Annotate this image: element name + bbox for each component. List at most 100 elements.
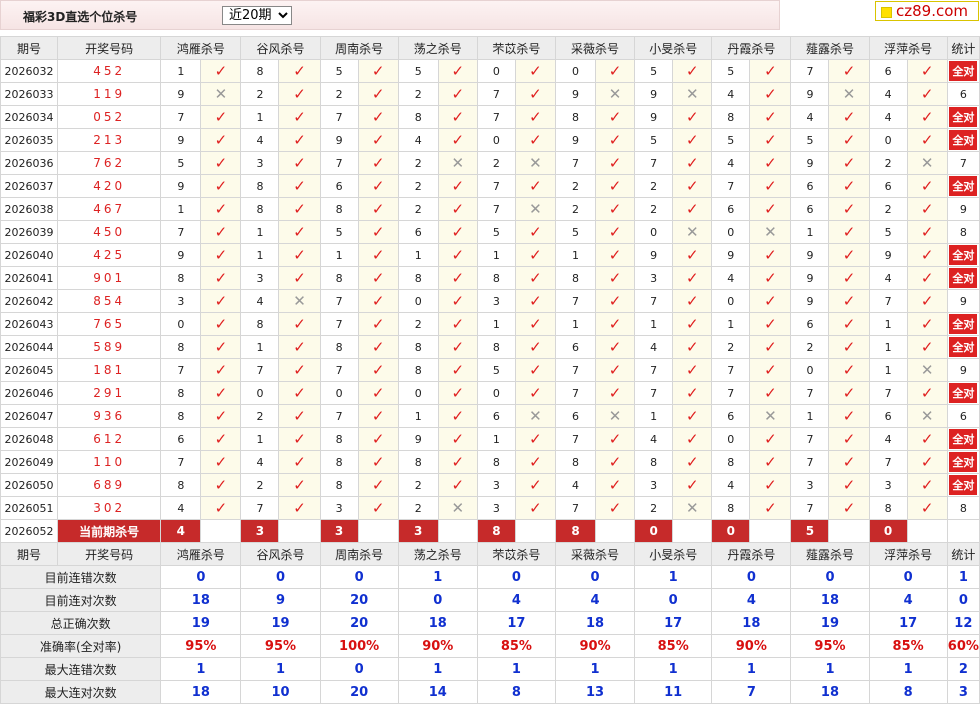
check-icon: ✓ xyxy=(595,105,636,129)
kill-number-cell: 2 xyxy=(319,82,359,106)
check-icon: ✓ xyxy=(749,128,792,152)
stat-cell: 全对 xyxy=(946,243,980,267)
check-icon: ✓ xyxy=(278,335,321,359)
issue-cell: 2026034 xyxy=(0,105,59,129)
current-kill-value: 0 xyxy=(868,519,908,543)
kill-number-cell: 7 xyxy=(554,358,597,382)
kill-number-cell: 2 xyxy=(634,197,674,221)
table-row: 2026039 450 7 ✓ 1 ✓ 5 ✓ 6 ✓ 5 ✓ 5 ✓ 0 ✕ 0 ✕ 1 ✓ 5 ✓ 8 xyxy=(0,220,980,244)
stat-cell: 全对 xyxy=(946,473,980,497)
issue-cell: 2026050 xyxy=(0,473,59,497)
kill-number-cell: 2 xyxy=(397,496,439,520)
check-icon: ✓ xyxy=(672,197,713,221)
kill-number-cell: 7 xyxy=(160,105,202,129)
table-row: 2026051 302 4 ✓ 7 ✓ 3 ✓ 2 ✕ 3 ✓ 7 ✓ 2 ✕ 8 ✓ 7 ✓ 8 ✓ 8 xyxy=(0,496,980,520)
check-icon: ✓ xyxy=(357,105,399,129)
check-icon: ✓ xyxy=(749,151,792,175)
check-icon: ✓ xyxy=(514,427,556,451)
table-row: 2026036 762 5 ✓ 3 ✓ 7 ✓ 2 ✕ 2 ✕ 7 ✓ 7 ✓ 4 ✓ 9 ✓ 2 ✕ 7 xyxy=(0,151,980,175)
kill-number-cell: 9 xyxy=(634,82,674,106)
kill-number-cell: 8 xyxy=(554,266,597,290)
cross-icon: ✕ xyxy=(278,289,321,313)
kill-number-cell: 7 xyxy=(476,82,516,106)
summary-value: 17 xyxy=(868,611,948,635)
table-row: 2026040 425 9 ✓ 1 ✓ 1 ✓ 1 ✓ 1 ✓ 1 ✓ 9 ✓ 9 ✓ 9 ✓ 9 ✓ 全对 xyxy=(0,243,980,267)
summary-value: 18 xyxy=(397,611,478,635)
draw-number-cell: 110 xyxy=(57,450,162,474)
kill-number-cell: 9 xyxy=(790,266,830,290)
check-icon: ✓ xyxy=(828,151,870,175)
kill-number-cell: 6 xyxy=(397,220,439,244)
all-correct-badge: 全对 xyxy=(949,107,978,127)
check-icon: ✓ xyxy=(437,381,478,405)
column-header: 统计 xyxy=(946,542,980,566)
cross-icon: ✕ xyxy=(672,220,713,244)
kill-number-cell: 8 xyxy=(319,266,359,290)
stat-cell: 全对 xyxy=(946,59,980,83)
draw-number-cell: 181 xyxy=(57,358,162,382)
check-icon: ✓ xyxy=(906,335,948,359)
check-icon: ✓ xyxy=(672,266,713,290)
check-icon: ✓ xyxy=(357,289,399,313)
check-icon: ✓ xyxy=(828,220,870,244)
check-icon: ✓ xyxy=(514,289,556,313)
kill-number-cell: 4 xyxy=(711,473,751,497)
cross-icon: ✕ xyxy=(437,151,478,175)
kill-number-cell: 8 xyxy=(476,335,516,359)
check-icon: ✓ xyxy=(749,174,792,198)
check-icon: ✓ xyxy=(357,358,399,382)
kill-number-cell: 3 xyxy=(476,473,516,497)
check-icon: ✓ xyxy=(828,381,870,405)
summary-value: 17 xyxy=(476,611,556,635)
kill-number-cell: 8 xyxy=(319,473,359,497)
kill-number-cell: 3 xyxy=(476,496,516,520)
check-icon: ✓ xyxy=(278,312,321,336)
check-icon: ✓ xyxy=(595,128,636,152)
summary-value: 4 xyxy=(868,588,948,612)
check-icon: ✓ xyxy=(514,243,556,267)
kill-number-cell: 9 xyxy=(634,105,674,129)
site-logo[interactable]: cz89.com xyxy=(875,1,979,21)
check-icon: ✓ xyxy=(200,197,242,221)
check-icon: ✓ xyxy=(357,59,399,83)
summary-label: 总正确次数 xyxy=(0,611,162,635)
stat-cell: 全对 xyxy=(946,128,980,152)
summary-value: 0 xyxy=(634,588,713,612)
table-row: 2026047 936 8 ✓ 2 ✓ 7 ✓ 1 ✓ 6 ✕ 6 ✕ 1 ✓ 6 ✕ 1 ✓ 6 ✕ 6 xyxy=(0,404,980,428)
kill-number-cell: 5 xyxy=(634,59,674,83)
current-blank-cell xyxy=(514,519,556,543)
check-icon: ✓ xyxy=(357,335,399,359)
check-icon: ✓ xyxy=(514,82,556,106)
check-icon: ✓ xyxy=(906,266,948,290)
check-icon: ✓ xyxy=(749,59,792,83)
current-blank-cell xyxy=(672,519,713,543)
kill-number-cell: 0 xyxy=(790,358,830,382)
kill-number-cell: 1 xyxy=(868,358,908,382)
check-icon: ✓ xyxy=(357,128,399,152)
stat-cell: 全对 xyxy=(946,312,980,336)
issue-cell: 2026049 xyxy=(0,450,59,474)
check-icon: ✓ xyxy=(595,59,636,83)
kill-number-cell: 8 xyxy=(319,450,359,474)
table-row: 2026032 452 1 ✓ 8 ✓ 5 ✓ 5 ✓ 0 ✓ 0 ✓ 5 ✓ 5 ✓ 7 ✓ 6 ✓ 全对 xyxy=(0,59,980,83)
check-icon: ✓ xyxy=(278,220,321,244)
current-kill-value: 4 xyxy=(160,519,202,543)
summary-value: 0 xyxy=(240,565,321,589)
kill-number-cell: 1 xyxy=(240,105,280,129)
kill-number-cell: 9 xyxy=(554,82,597,106)
kill-number-cell: 3 xyxy=(240,266,280,290)
kill-number-cell: 1 xyxy=(240,427,280,451)
kill-number-cell: 8 xyxy=(711,450,751,474)
summary-value: 4 xyxy=(711,588,792,612)
kill-number-cell: 2 xyxy=(397,174,439,198)
summary-value: 1 xyxy=(240,657,321,681)
kill-number-cell: 9 xyxy=(790,289,830,313)
check-icon: ✓ xyxy=(749,243,792,267)
check-icon: ✓ xyxy=(672,358,713,382)
check-icon: ✓ xyxy=(749,427,792,451)
summary-value: 1 xyxy=(634,565,713,589)
cross-icon: ✕ xyxy=(749,404,792,428)
kill-number-cell: 7 xyxy=(319,289,359,313)
period-select[interactable]: 近20期 xyxy=(222,6,292,25)
kill-number-cell: 9 xyxy=(868,243,908,267)
